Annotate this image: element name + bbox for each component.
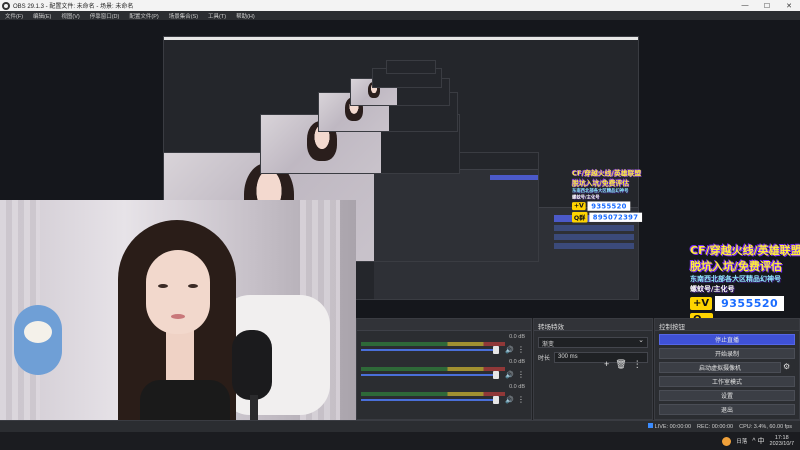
more-icon[interactable]: ⋮ [517,370,525,379]
cpu-status: CPU: 3.4%, 60.00 fps [739,423,792,430]
overlay-line-2: 脱坑入坑/免费评估 [690,260,783,273]
menu-view[interactable]: 视图(V) [56,12,84,20]
transitions-dock: 转场特效 渐变 时长 300 ms + 🗑 ⋮ [533,318,653,420]
live-icon [647,423,653,428]
start-virtual-camera-label: 启动虚拟摄像机 [698,366,741,372]
transition-tools: + 🗑 ⋮ [604,359,642,370]
webcam-source [0,200,356,450]
overlay-qq-row: +V 9355520 [690,296,800,311]
settings-button[interactable]: 设置 [659,390,795,401]
menu-docks[interactable]: 停靠窗口(D) [85,12,125,20]
more-icon[interactable]: ⋮ [517,395,525,404]
exit-button[interactable]: 退出 [659,404,795,415]
nested-preview-7 [386,60,436,74]
status-bar: LIVE: 00:00:00 REC: 00:00:00 CPU: 3.4%, … [0,420,800,432]
start-virtual-camera-button[interactable]: 启动虚拟摄像机 ⚙ [659,362,790,373]
weather-label: 日落 [736,439,748,445]
maximize-button[interactable]: ☐ [756,2,778,10]
mixer-channel: 0.0 dB 🔊 ⋮ [361,359,527,381]
overlay-line-1: CF/穿越火线/英雄联盟 [690,244,800,257]
plush-doll [14,305,62,375]
clock[interactable]: 17:18 2023/10/7 [770,435,794,447]
overlay-qq-tag: +V [690,297,713,310]
studio-mode-button[interactable]: 工作室模式 [659,376,795,387]
volume-slider-handle[interactable] [493,346,499,354]
speaker-icon[interactable]: 🔊 [505,346,514,354]
audio-mixer-dock: 0.0 dB 🔊 ⋮ 0.0 dB 🔊 ⋮ 0.0 dB 🔊 ⋮ [356,318,532,420]
live-status: LIVE: 00:00:00 [647,423,691,430]
microphone [232,330,272,400]
close-button[interactable]: ✕ [778,2,800,10]
volume-meter [361,342,505,346]
transitions-title: 转场特效 [534,319,652,331]
nested-overlay: CF/穿越火线/英雄联盟 脱坑入坑/免费评估 东南西北部各大区精品幻神号 螺蚊号… [572,169,643,223]
audio-mixer-title [357,319,531,331]
menu-file[interactable]: 文件(F) [0,12,28,20]
volume-meter [361,392,505,396]
menu-profile[interactable]: 配置文件(P) [124,12,163,20]
mixer-channel: 0.0 dB 🔊 ⋮ [361,384,527,406]
menu-help[interactable]: 帮助(H) [231,12,260,20]
mixer-db-label: 0.0 dB [509,359,525,365]
volume-slider[interactable] [361,349,497,351]
menu-edit[interactable]: 编辑(E) [28,12,56,20]
gear-icon[interactable]: ⚙ [783,362,793,373]
sunset-icon[interactable] [722,436,732,446]
window-title: OBS 29.1.3 - 配置文件: 未命名 - 场景: 未命名 [13,4,134,10]
rec-status: REC: 00:00:00 [697,423,734,430]
streamer-face [146,250,210,334]
volume-meter [361,367,505,371]
menu-scene-collection[interactable]: 场景集合(S) [164,12,203,20]
mixer-db-label: 0.0 dB [509,384,525,390]
stream-overlay: CF/穿越火线/英雄联盟 脱坑入坑/免费评估 东南西北部各大区精品幻神号 螺蚊号… [690,242,800,318]
start-recording-button[interactable]: 开始录制 [659,348,795,359]
add-icon[interactable]: + [604,359,609,370]
menu-tools[interactable]: 工具(T) [203,12,231,20]
mixer-channel: 0.0 dB 🔊 ⋮ [361,334,527,356]
stop-streaming-button[interactable]: 停止直播 [659,334,795,345]
mixer-db-label: 0.0 dB [509,334,525,340]
minimize-button[interactable]: — [734,2,756,9]
obs-window: OBS 29.1.3 - 配置文件: 未命名 - 场景: 未命名 — ☐ ✕ 文… [0,0,800,450]
duration-label: 时长 [538,356,551,362]
tray-icons[interactable]: ^ 中 [752,436,764,446]
volume-slider-handle[interactable] [493,396,499,404]
more-icon[interactable]: ⋮ [517,345,525,354]
menu-bar: 文件(F) 编辑(E) 视图(V) 停靠窗口(D) 配置文件(P) 场景集合(S… [0,11,800,20]
volume-slider[interactable] [361,374,497,376]
title-bar: OBS 29.1.3 - 配置文件: 未命名 - 场景: 未命名 — ☐ ✕ [0,0,800,11]
more-icon[interactable]: ⋮ [633,359,642,370]
obs-logo-icon [2,1,10,10]
transition-select[interactable]: 渐变 [538,336,648,348]
controls-dock: 控制按钮 停止直播 开始录制 启动虚拟摄像机 ⚙ 工作室模式 设置 退出 [654,318,800,420]
overlay-line-4: 螺蚊号/主化号 [690,285,735,293]
speaker-icon[interactable]: 🔊 [505,371,514,379]
volume-slider-handle[interactable] [493,371,499,379]
overlay-qq-value: 9355520 [715,296,785,311]
controls-title: 控制按钮 [655,319,799,331]
clock-date: 2023/10/7 [769,441,794,447]
trash-icon[interactable]: 🗑 [615,359,626,370]
taskbar: 日落 ^ 中 17:18 2023/10/7 [0,432,800,450]
overlay-line-3: 东南西北部各大区精品幻神号 [690,275,781,283]
speaker-icon[interactable]: 🔊 [505,396,514,404]
volume-slider[interactable] [361,399,497,401]
